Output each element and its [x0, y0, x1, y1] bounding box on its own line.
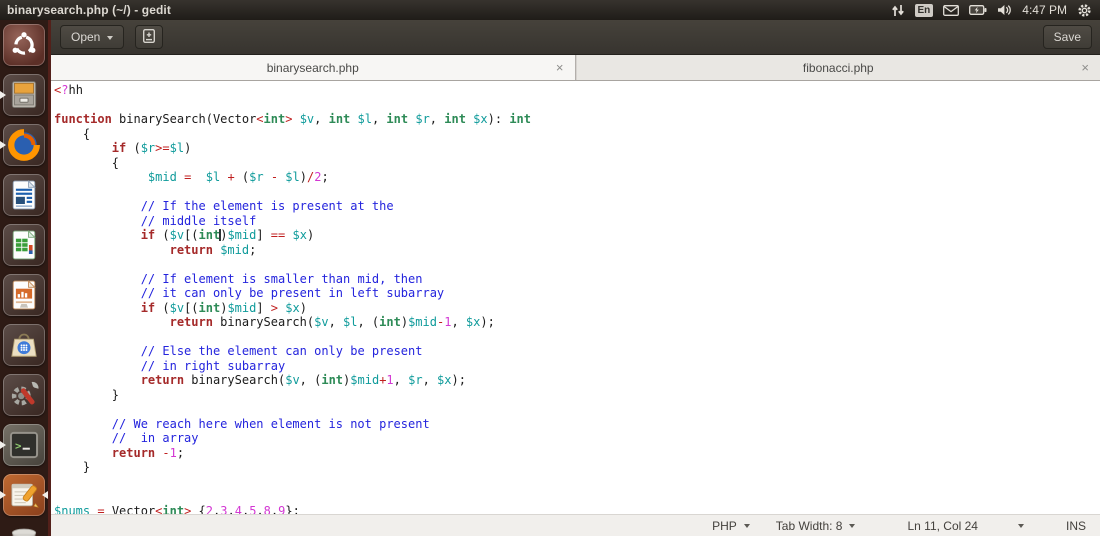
launcher-item-system-settings[interactable] [3, 374, 45, 416]
battery-indicator-icon[interactable] [969, 5, 987, 15]
code-line: if ($v[(int)$mid] > $x) [140, 300, 307, 315]
chevron-down-icon [107, 35, 114, 43]
code-line: return binarySearch($v, (int)$mid+1, $r,… [140, 373, 466, 387]
code-line: return binarySearch($v, $l, (int)$mid-1,… [169, 315, 495, 329]
running-pip [0, 441, 10, 449]
launcher-item-libreoffice-writer[interactable] [3, 174, 45, 216]
svg-text:>: > [15, 440, 22, 453]
open-button[interactable]: Open [60, 25, 125, 49]
code-line: // If element is smaller than mid, then [140, 271, 423, 286]
running-pip [0, 91, 10, 99]
code-line: // middle itself [140, 213, 257, 228]
unity-launcher: > [0, 20, 48, 536]
new-document-button[interactable] [135, 25, 164, 49]
status-bar: PHP Tab Width: 8 Ln 11, Col 24 INS [51, 514, 1100, 536]
tab-binarysearch.php[interactable]: binarysearch.php × [51, 55, 576, 80]
language-mode-selector[interactable]: PHP [712, 519, 750, 533]
code-line: // in right subarray [140, 358, 286, 373]
open-button-label: Open [71, 30, 101, 44]
code-line: <?hh [54, 83, 83, 97]
chevron-down-icon [849, 524, 856, 531]
session-gear-icon[interactable] [1077, 3, 1092, 18]
save-button-label: Save [1053, 30, 1081, 44]
cursor-position[interactable]: Ln 11, Col 24 [907, 519, 978, 533]
gedit-toolbar: Open Save [51, 20, 1100, 55]
tab-fibonacci.php[interactable]: fibonacci.php × [575, 55, 1100, 80]
insert-mode-indicator[interactable]: INS [1066, 519, 1086, 533]
network-sync-icon[interactable] [891, 4, 905, 17]
code-line: // in array [111, 431, 199, 445]
launcher-item-libreoffice-impress[interactable] [3, 274, 45, 316]
code-line: } [54, 387, 120, 402]
chevron-down-icon [743, 524, 750, 531]
code-line: $mid = $l + ($r - $l)/2; [147, 170, 329, 184]
code-line: // it can only be present in left subarr… [140, 286, 445, 300]
gedit-window: Open Save binarysearch.php × fibonacci.php… [48, 20, 1100, 536]
launcher-item-ubuntu-software[interactable] [3, 324, 45, 366]
tab-width-label: Tab Width: 8 [775, 518, 843, 533]
tab-close-icon[interactable]: × [556, 60, 564, 73]
message-indicator-icon[interactable] [943, 4, 960, 16]
tab-close-icon[interactable]: × [1081, 60, 1089, 73]
launcher-item-ubuntu-dash[interactable] [3, 24, 45, 66]
sound-indicator-icon[interactable] [997, 4, 1012, 16]
running-pip [0, 141, 10, 149]
insert-mode-label: INS [1065, 518, 1086, 533]
keyboard-layout-indicator[interactable]: En [914, 3, 934, 17]
launcher-item-trash[interactable] [3, 524, 45, 536]
code-line: { [54, 155, 120, 170]
code-line: if ($r>=$l) [111, 141, 192, 155]
tab-label: binarysearch.php [266, 60, 359, 75]
code-line: function binarySearch(Vector<int> $v, in… [54, 112, 531, 126]
launcher-item-libreoffice-calc[interactable] [3, 224, 45, 266]
indicator-tray: En 4:47 PM [891, 3, 1100, 18]
code-line: return $mid; [169, 242, 257, 257]
code-line: } [54, 460, 91, 474]
code-line: // We reach here when element is not pre… [111, 416, 430, 431]
tab-width-selector[interactable]: Tab Width: 8 [776, 519, 856, 533]
window-title: binarysearch.php (~/) - gedit [7, 3, 171, 17]
clock-indicator[interactable]: 4:47 PM [1022, 3, 1067, 17]
top-panel: binarysearch.php (~/) - gedit En 4:47 PM [0, 0, 1100, 20]
goto-line-dropdown-icon[interactable] [1017, 524, 1024, 531]
running-pip [0, 491, 10, 499]
code-line: return -1; [111, 445, 185, 460]
focused-pip [38, 491, 48, 499]
new-document-icon [141, 28, 157, 47]
cursor-position-label: Ln 11, Col 24 [907, 518, 978, 533]
code-line: { [54, 126, 91, 141]
code-line: // If the element is present at the [140, 199, 394, 213]
save-button[interactable]: Save [1042, 25, 1092, 49]
language-mode-label: PHP [712, 518, 737, 533]
tab-bar: binarysearch.php × fibonacci.php × [51, 55, 1100, 81]
code-line: // Else the element can only be present [140, 344, 423, 358]
tab-label: fibonacci.php [802, 60, 874, 75]
code-area[interactable]: <?hh function binarySearch(Vector<int> $… [51, 81, 1100, 514]
code-line: if ($v[(int)$mid] == $x) [140, 228, 315, 242]
code-line: $nums = Vector<int> {2,3,4,5,8,9}; [54, 503, 300, 515]
